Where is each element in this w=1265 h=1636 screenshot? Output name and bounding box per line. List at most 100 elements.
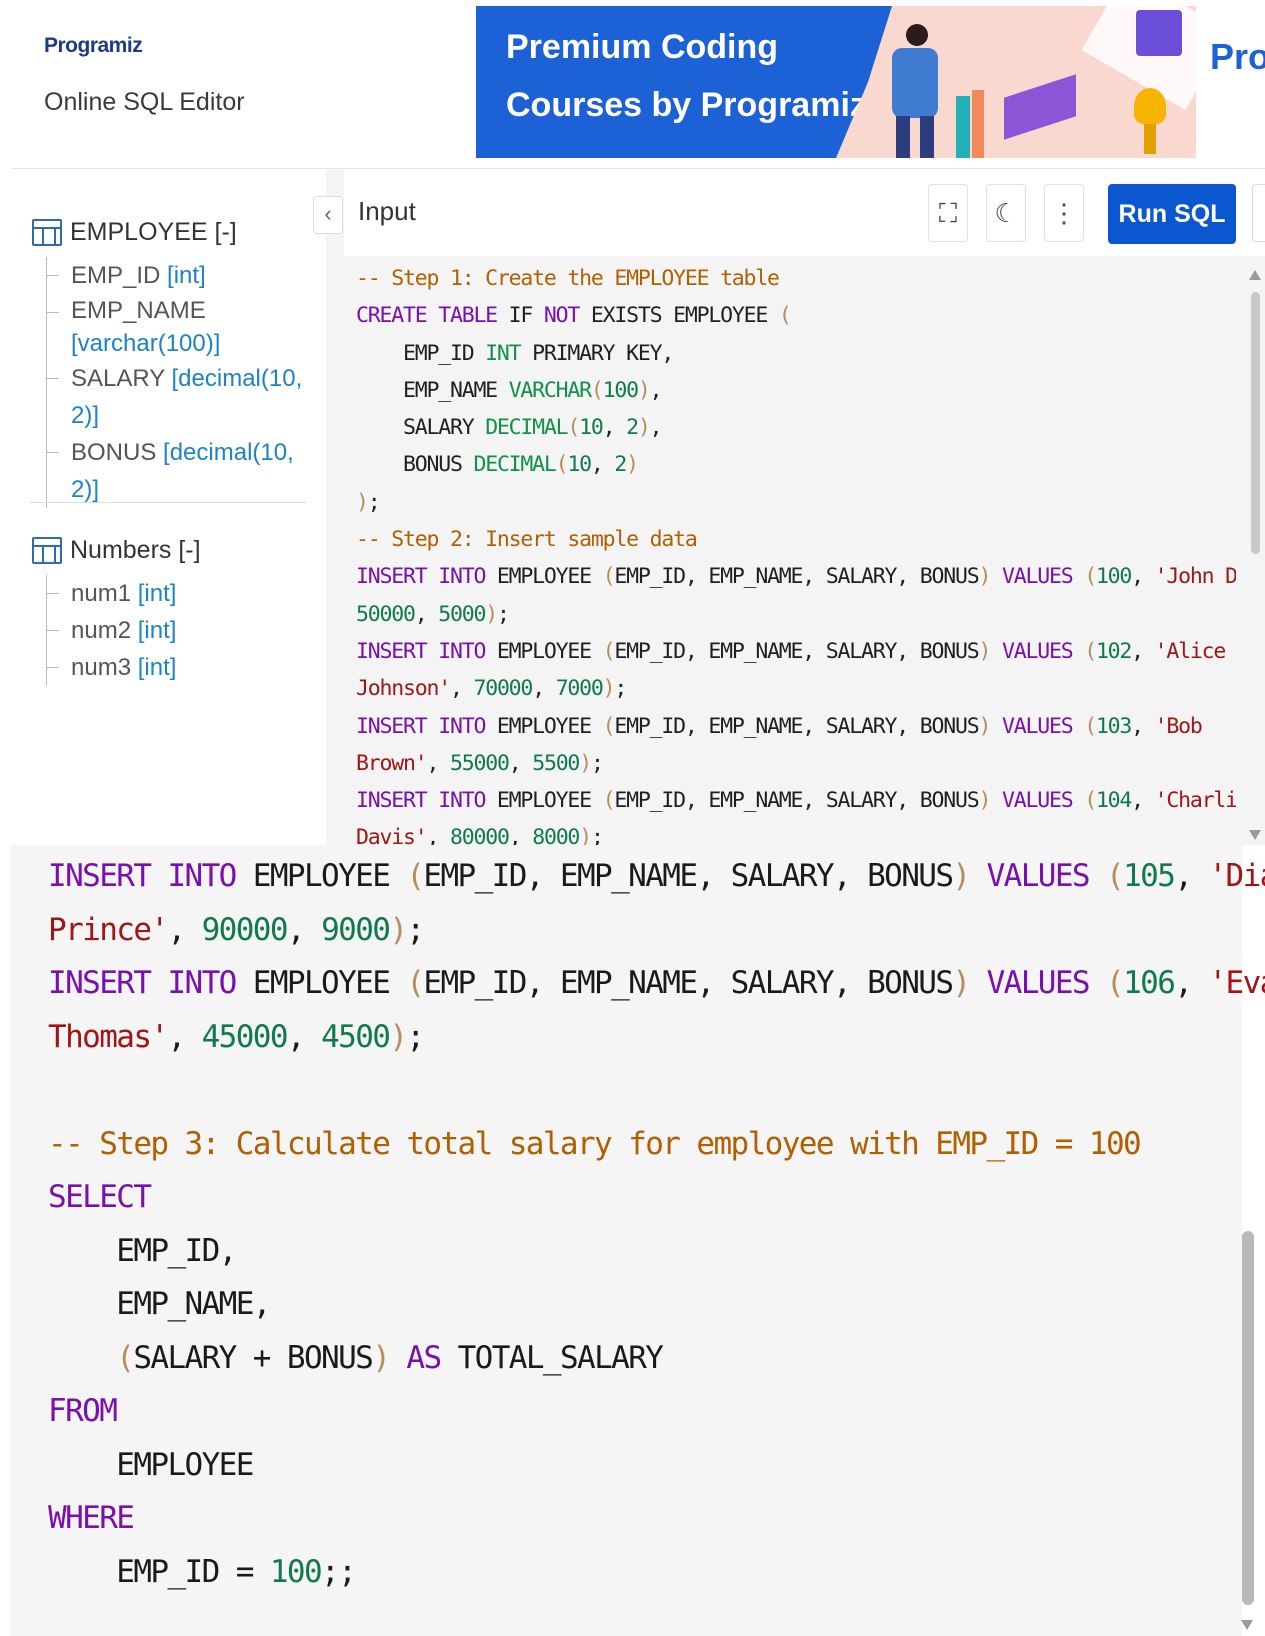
code-token: 5000 <box>438 601 486 627</box>
code-line: INSERT INTO EMPLOYEE (EMP_ID, EMP_NAME, … <box>356 782 1236 819</box>
code-token: , <box>649 377 663 403</box>
code-token: , <box>532 676 556 702</box>
code-token: ( <box>567 415 580 441</box>
code-token: DECIMAL <box>473 452 556 478</box>
more-vertical-icon[interactable]: ⋮ <box>1044 184 1084 242</box>
table-numbers[interactable]: Numbers [-] num1 [int] num2 [int] num3 [… <box>32 536 201 686</box>
programiz-logo[interactable]: Programiz <box>44 34 143 58</box>
code-token: 'Alice <box>1154 638 1227 664</box>
code-line: WHERE <box>48 1492 1228 1546</box>
code-token: EMPLOYEE <box>485 713 603 739</box>
code-token: ;; <box>321 1553 357 1590</box>
code-token: , <box>426 825 450 845</box>
tab-input[interactable]: Input <box>344 170 440 256</box>
code-area-zoomed[interactable]: INSERT INTO EMPLOYEE (EMP_ID, EMP_NAME, … <box>48 850 1265 1599</box>
scrollbar-thumb[interactable] <box>1251 292 1260 554</box>
code-token: ) <box>952 965 971 1001</box>
code-token: ( <box>778 303 792 329</box>
code-token: ; <box>406 911 425 948</box>
code-token: ; <box>367 489 381 515</box>
code-token: 80000 <box>449 825 510 845</box>
column-item: BONUS [decimal(10, 2)] <box>47 434 326 508</box>
code-token: EMP_ID, EMP_NAME, SALARY, BONUS <box>614 713 979 739</box>
table-employee[interactable]: EMPLOYEE [-] EMP_ID [int] EMP_NAME [varch… <box>32 218 326 508</box>
code-token: ) <box>626 452 639 478</box>
code-token: , <box>1131 564 1155 590</box>
editor-scrollbar[interactable] <box>1248 262 1262 842</box>
code-token: EMP_ID <box>356 340 486 366</box>
scroll-up-icon[interactable] <box>1249 270 1261 280</box>
code-line: EMP_NAME VARCHAR(100), <box>356 372 1236 409</box>
code-token: ( <box>1106 858 1125 894</box>
column-type: [int] <box>137 654 177 681</box>
column-item: num2 [int] <box>47 612 201 649</box>
code-token: 103 <box>1095 713 1132 739</box>
code-token: ( <box>1084 564 1097 590</box>
code-token: 106 <box>1123 965 1176 1001</box>
code-token: ) <box>372 1339 391 1376</box>
code-token: EXISTS EMPLOYEE <box>579 303 779 329</box>
code-token: Prince' <box>48 911 169 948</box>
code-token: , <box>1131 638 1155 664</box>
code-token: , <box>414 601 439 627</box>
column-list: num1 [int] num2 [int] num3 [int] <box>46 575 201 686</box>
code-token: ) <box>637 377 651 403</box>
code-token: ( <box>406 965 425 1001</box>
fullscreen-icon[interactable]: ⛶ <box>928 184 968 242</box>
column-name: num3 <box>71 654 132 681</box>
table-header[interactable]: EMPLOYEE [-] <box>32 218 326 247</box>
code-token: ; <box>614 676 627 702</box>
code-token: EMPLOYEE <box>485 788 603 814</box>
code-token: ( <box>590 377 604 403</box>
banner-illustration <box>836 6 1196 158</box>
code-token: 55000 <box>449 750 510 776</box>
code-line: INSERT INTO EMPLOYEE (EMP_ID, EMP_NAME, … <box>48 850 1265 904</box>
code-token: ) <box>978 638 991 664</box>
code-token: EMP_ID, EMP_NAME, SALARY, BONUS <box>614 788 979 814</box>
column-list: EMP_ID [int] EMP_NAME [varchar(100)] SALA… <box>46 257 326 508</box>
code-line: -- Step 3: Calculate total salary for em… <box>48 1118 1228 1172</box>
scrollbar-thumb[interactable] <box>1242 1231 1254 1605</box>
code-token: WHERE <box>48 1500 135 1536</box>
scroll-down-icon[interactable] <box>1249 830 1261 840</box>
scroll-down-icon[interactable] <box>1241 1620 1253 1630</box>
code-token: ( <box>555 452 569 478</box>
code-token: 5500 <box>532 750 580 776</box>
code-token: 'Bob <box>1154 713 1203 739</box>
code-token: INT <box>485 340 521 366</box>
code-token: INSERT INTO <box>356 564 486 590</box>
table-icon <box>32 537 62 564</box>
code-token: VARCHAR <box>508 377 592 403</box>
code-token: 100 <box>602 377 639 403</box>
code-token: 100 <box>1095 564 1132 590</box>
code-token: 100 <box>269 1553 323 1590</box>
chevron-left-icon[interactable]: ‹ <box>313 196 343 234</box>
code-area[interactable]: -- Step 1: Create the EMPLOYEE table CREA… <box>356 260 1236 845</box>
column-name: EMP_ID <box>71 262 161 289</box>
code-token: ( <box>602 788 616 814</box>
code-line: INSERT INTO EMPLOYEE (EMP_ID, EMP_NAME, … <box>48 957 1265 1011</box>
code-token: 4500 <box>321 1018 391 1055</box>
table-header[interactable]: Numbers [-] <box>32 536 201 565</box>
code-token: EMP_ID, EMP_NAME, SALARY, BONUS <box>614 564 979 590</box>
code-token: EMPLOYEE <box>485 564 603 590</box>
code-token: VALUES <box>1001 788 1074 814</box>
ad-banner[interactable]: Premium Coding Courses by Programiz <box>476 6 1196 158</box>
code-token: EMP_ID, EMP_NAME, SALARY, BONUS <box>423 858 954 894</box>
code-token: -- Step 3: Calculate total salary for em… <box>48 1125 1142 1162</box>
code-token: EMP_NAME, <box>48 1286 271 1322</box>
share-icon[interactable]: ⋮ <box>1252 184 1265 242</box>
code-token: DECIMAL <box>485 415 568 441</box>
run-sql-button[interactable]: Run SQL <box>1108 184 1236 244</box>
code-token: ) <box>389 911 408 948</box>
zoom-scrollbar[interactable] <box>1238 845 1258 1636</box>
code-token: 102 <box>1095 638 1132 664</box>
code-token: ( <box>1084 713 1097 739</box>
code-token: 105 <box>1123 858 1176 894</box>
moon-icon[interactable]: ☾ <box>986 184 1026 242</box>
code-token: ; <box>406 1018 425 1055</box>
